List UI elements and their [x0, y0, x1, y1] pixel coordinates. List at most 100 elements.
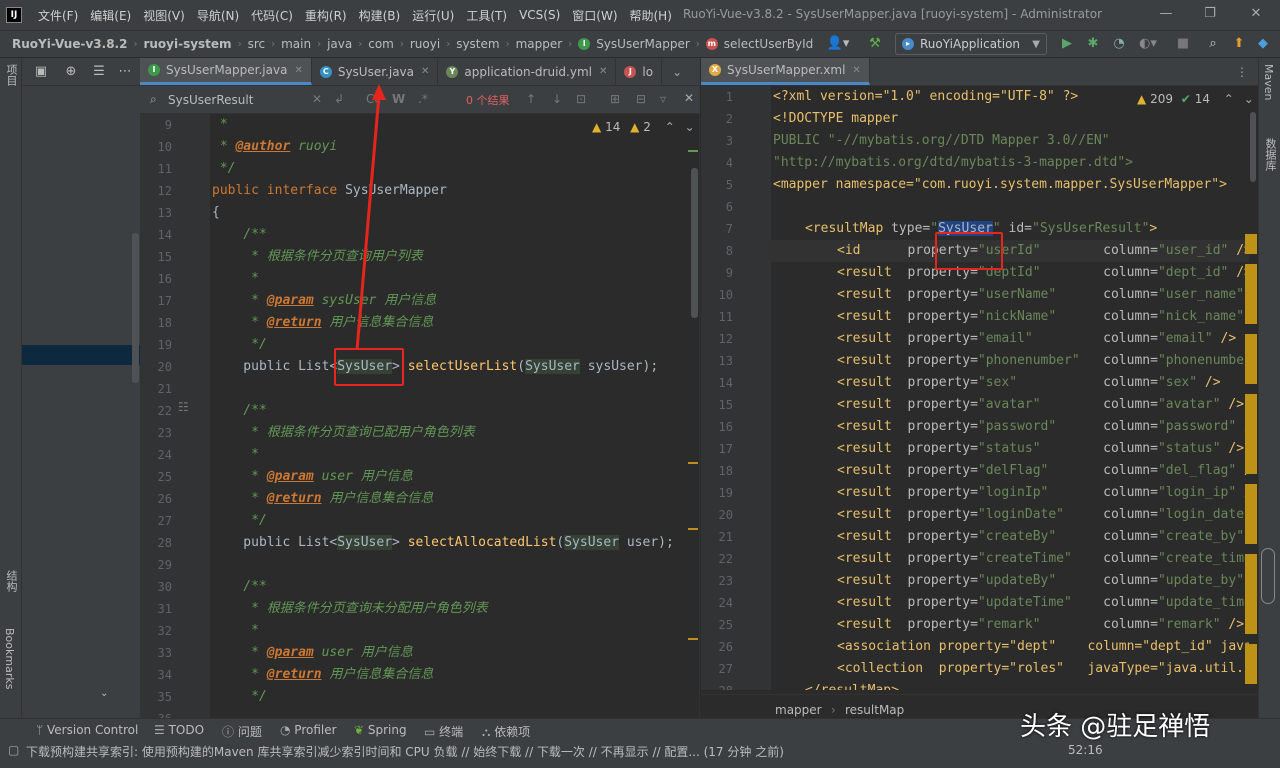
line-number: 17 — [718, 442, 733, 456]
tab-sysusermapper-xml[interactable]: X SysUserMapper.xml ✕ — [701, 58, 870, 85]
warning-marker — [1245, 264, 1257, 324]
code-line: <result property="email" column="email" … — [837, 331, 1237, 346]
code-line: <result property="nickName" column="nick… — [837, 309, 1245, 324]
more-icon[interactable]: ⋮ — [1226, 65, 1258, 85]
line-number: 11 — [718, 310, 733, 324]
line-number: 4 — [725, 156, 733, 170]
tool-terminal[interactable]: ▭ 终端 — [424, 723, 463, 740]
status-message[interactable]: 下载预构建共享索引: 使用预构建的Maven 库共享索引减少索引时间和 CPU … — [26, 743, 784, 760]
line-number: 27 — [718, 662, 733, 676]
xml-editor-tabs: X SysUserMapper.xml ✕ ⋮ — [701, 58, 1258, 86]
warning-marker — [1245, 394, 1257, 474]
line-number: 19 — [718, 486, 733, 500]
code-line: <result property="userName" column="user… — [837, 287, 1245, 302]
code-line: <collection property="roles" javaType="j… — [837, 661, 1244, 676]
line-number: 12 — [718, 332, 733, 346]
code-line: <result property="createTime" column="cr… — [837, 551, 1249, 566]
code-line: PUBLIC "-//mybatis.org//DTD Mapper 3.0//… — [773, 133, 1110, 148]
prev-problem-icon[interactable]: ⌃ — [1224, 92, 1234, 106]
warning-marker — [1245, 644, 1257, 684]
dependencies-icon: ⛬ — [482, 725, 495, 739]
line-number: 20 — [718, 508, 733, 522]
spring-icon: ❦ — [354, 723, 368, 737]
warning-marker — [1245, 334, 1257, 384]
list-icon: ☰ — [154, 723, 169, 737]
code-line: <id property="userId" column="user_id" /… — [837, 243, 1249, 258]
highlight-box — [935, 232, 1003, 270]
line-number: 3 — [725, 134, 733, 148]
code-line: <result property="phonenumber" column="p… — [837, 353, 1249, 368]
code-line: <result property="deptId" column="dept_i… — [837, 265, 1249, 280]
watermark: 头条 @驻足禅悟 — [1020, 712, 1211, 742]
warning-marker — [1245, 234, 1257, 254]
warning-icon: ▲ — [1137, 92, 1147, 106]
warning-count: 209 — [1150, 92, 1173, 106]
warning-marker — [1245, 484, 1257, 544]
info-icon: ⓘ — [222, 725, 238, 739]
code-line: <result property="sex" column="sex" /> — [837, 375, 1221, 390]
line-number: 6 — [725, 200, 733, 214]
check-icon: ✔ — [1180, 92, 1191, 106]
inspection-widget[interactable]: ▲ 209 ✔ 14 ⌃ ⌄ — [1137, 92, 1254, 106]
close-tab-icon[interactable]: ✕ — [852, 65, 860, 76]
line-number: 2 — [725, 112, 733, 126]
tool-profiler[interactable]: ◔ Profiler — [280, 723, 337, 737]
line-number: 26 — [718, 640, 733, 654]
line-number: 7 — [725, 222, 733, 236]
tool-version-control[interactable]: ᛘ Version Control — [36, 723, 138, 737]
code-line: <result property="updateTime" column="up… — [837, 595, 1249, 610]
line-number: 16 — [718, 420, 733, 434]
code-line: <result property="loginIp" column="login… — [837, 485, 1249, 500]
tool-tab-database[interactable]: 数据库 — [1262, 138, 1278, 171]
profiler-icon: ◔ — [280, 723, 295, 737]
tool-problems[interactable]: ⓘ 问题 — [222, 723, 262, 740]
code-line: </resultMap> — [805, 680, 899, 690]
arrow-line — [355, 94, 381, 351]
right-tool-strip: Maven 数据库 — [1258, 58, 1280, 738]
code-line: <?xml version="1.0" encoding="UTF-8" ?> — [773, 89, 1079, 104]
code-line: <association property="dept" column="dep… — [837, 639, 1249, 654]
tool-tab-maven[interactable]: Maven — [1262, 64, 1275, 100]
line-number: 22 — [718, 552, 733, 566]
xml-code-area[interactable]: 1 2 3 4 5 6 7 8 9 10 11 12 13 14 15 16 17 18 19 20 21 22 23 24 2… — [701, 86, 1249, 690]
code-line: <result property="avatar" column="avatar… — [837, 397, 1245, 412]
editor-scrollbar[interactable] — [1250, 112, 1256, 182]
line-number: 23 — [718, 574, 733, 588]
line-number: 28 — [701, 680, 733, 690]
branch-icon: ᛘ — [36, 723, 48, 737]
line-number: 14 — [718, 376, 733, 390]
code-line: <result property="status" column="status… — [837, 441, 1245, 456]
code-line: <result property="password" column="pass… — [837, 419, 1249, 434]
line-number: 9 — [725, 266, 733, 280]
code-line: <result property="updateBy" column="upda… — [837, 573, 1245, 588]
code-line: <result property="createBy" column="crea… — [837, 529, 1245, 544]
code-line: <result property="remark" column="remark… — [837, 617, 1245, 632]
tool-todo[interactable]: ☰ TODO — [154, 723, 204, 737]
crumb-mapper-tag[interactable]: mapper — [775, 703, 822, 717]
code-line: <result property="loginDate" column="log… — [837, 507, 1249, 522]
caret-position[interactable]: 52:16 — [1068, 743, 1103, 757]
xml-file-icon: X — [709, 64, 721, 76]
scroll-indicator — [1261, 548, 1275, 604]
next-problem-icon[interactable]: ⌄ — [1244, 92, 1254, 106]
line-number: 8 — [725, 244, 733, 258]
status-toggle-icon[interactable]: ▢ — [8, 743, 19, 757]
warning-marker — [1245, 554, 1257, 634]
tool-dependencies[interactable]: ⛬ 依赖项 — [482, 723, 530, 740]
ok-count: 14 — [1194, 92, 1210, 106]
line-number: 10 — [718, 288, 733, 302]
line-number: 13 — [718, 354, 733, 368]
terminal-icon: ▭ — [424, 725, 440, 739]
code-line: <mapper namespace="com.ruoyi.system.mapp… — [773, 177, 1227, 192]
line-number: 21 — [718, 530, 733, 544]
arrow-head — [372, 84, 386, 100]
code-line: <result property="delFlag" column="del_f… — [837, 463, 1249, 478]
tool-spring[interactable]: ❦ Spring — [354, 723, 407, 737]
tab-label: SysUserMapper.xml — [727, 63, 846, 77]
line-number: 25 — [718, 618, 733, 632]
line-number: 5 — [725, 178, 733, 192]
line-number: 24 — [718, 596, 733, 610]
crumb-resultmap-tag[interactable]: resultMap — [845, 703, 904, 717]
line-number: 1 — [725, 90, 733, 104]
code-line: <!DOCTYPE mapper — [773, 111, 899, 126]
